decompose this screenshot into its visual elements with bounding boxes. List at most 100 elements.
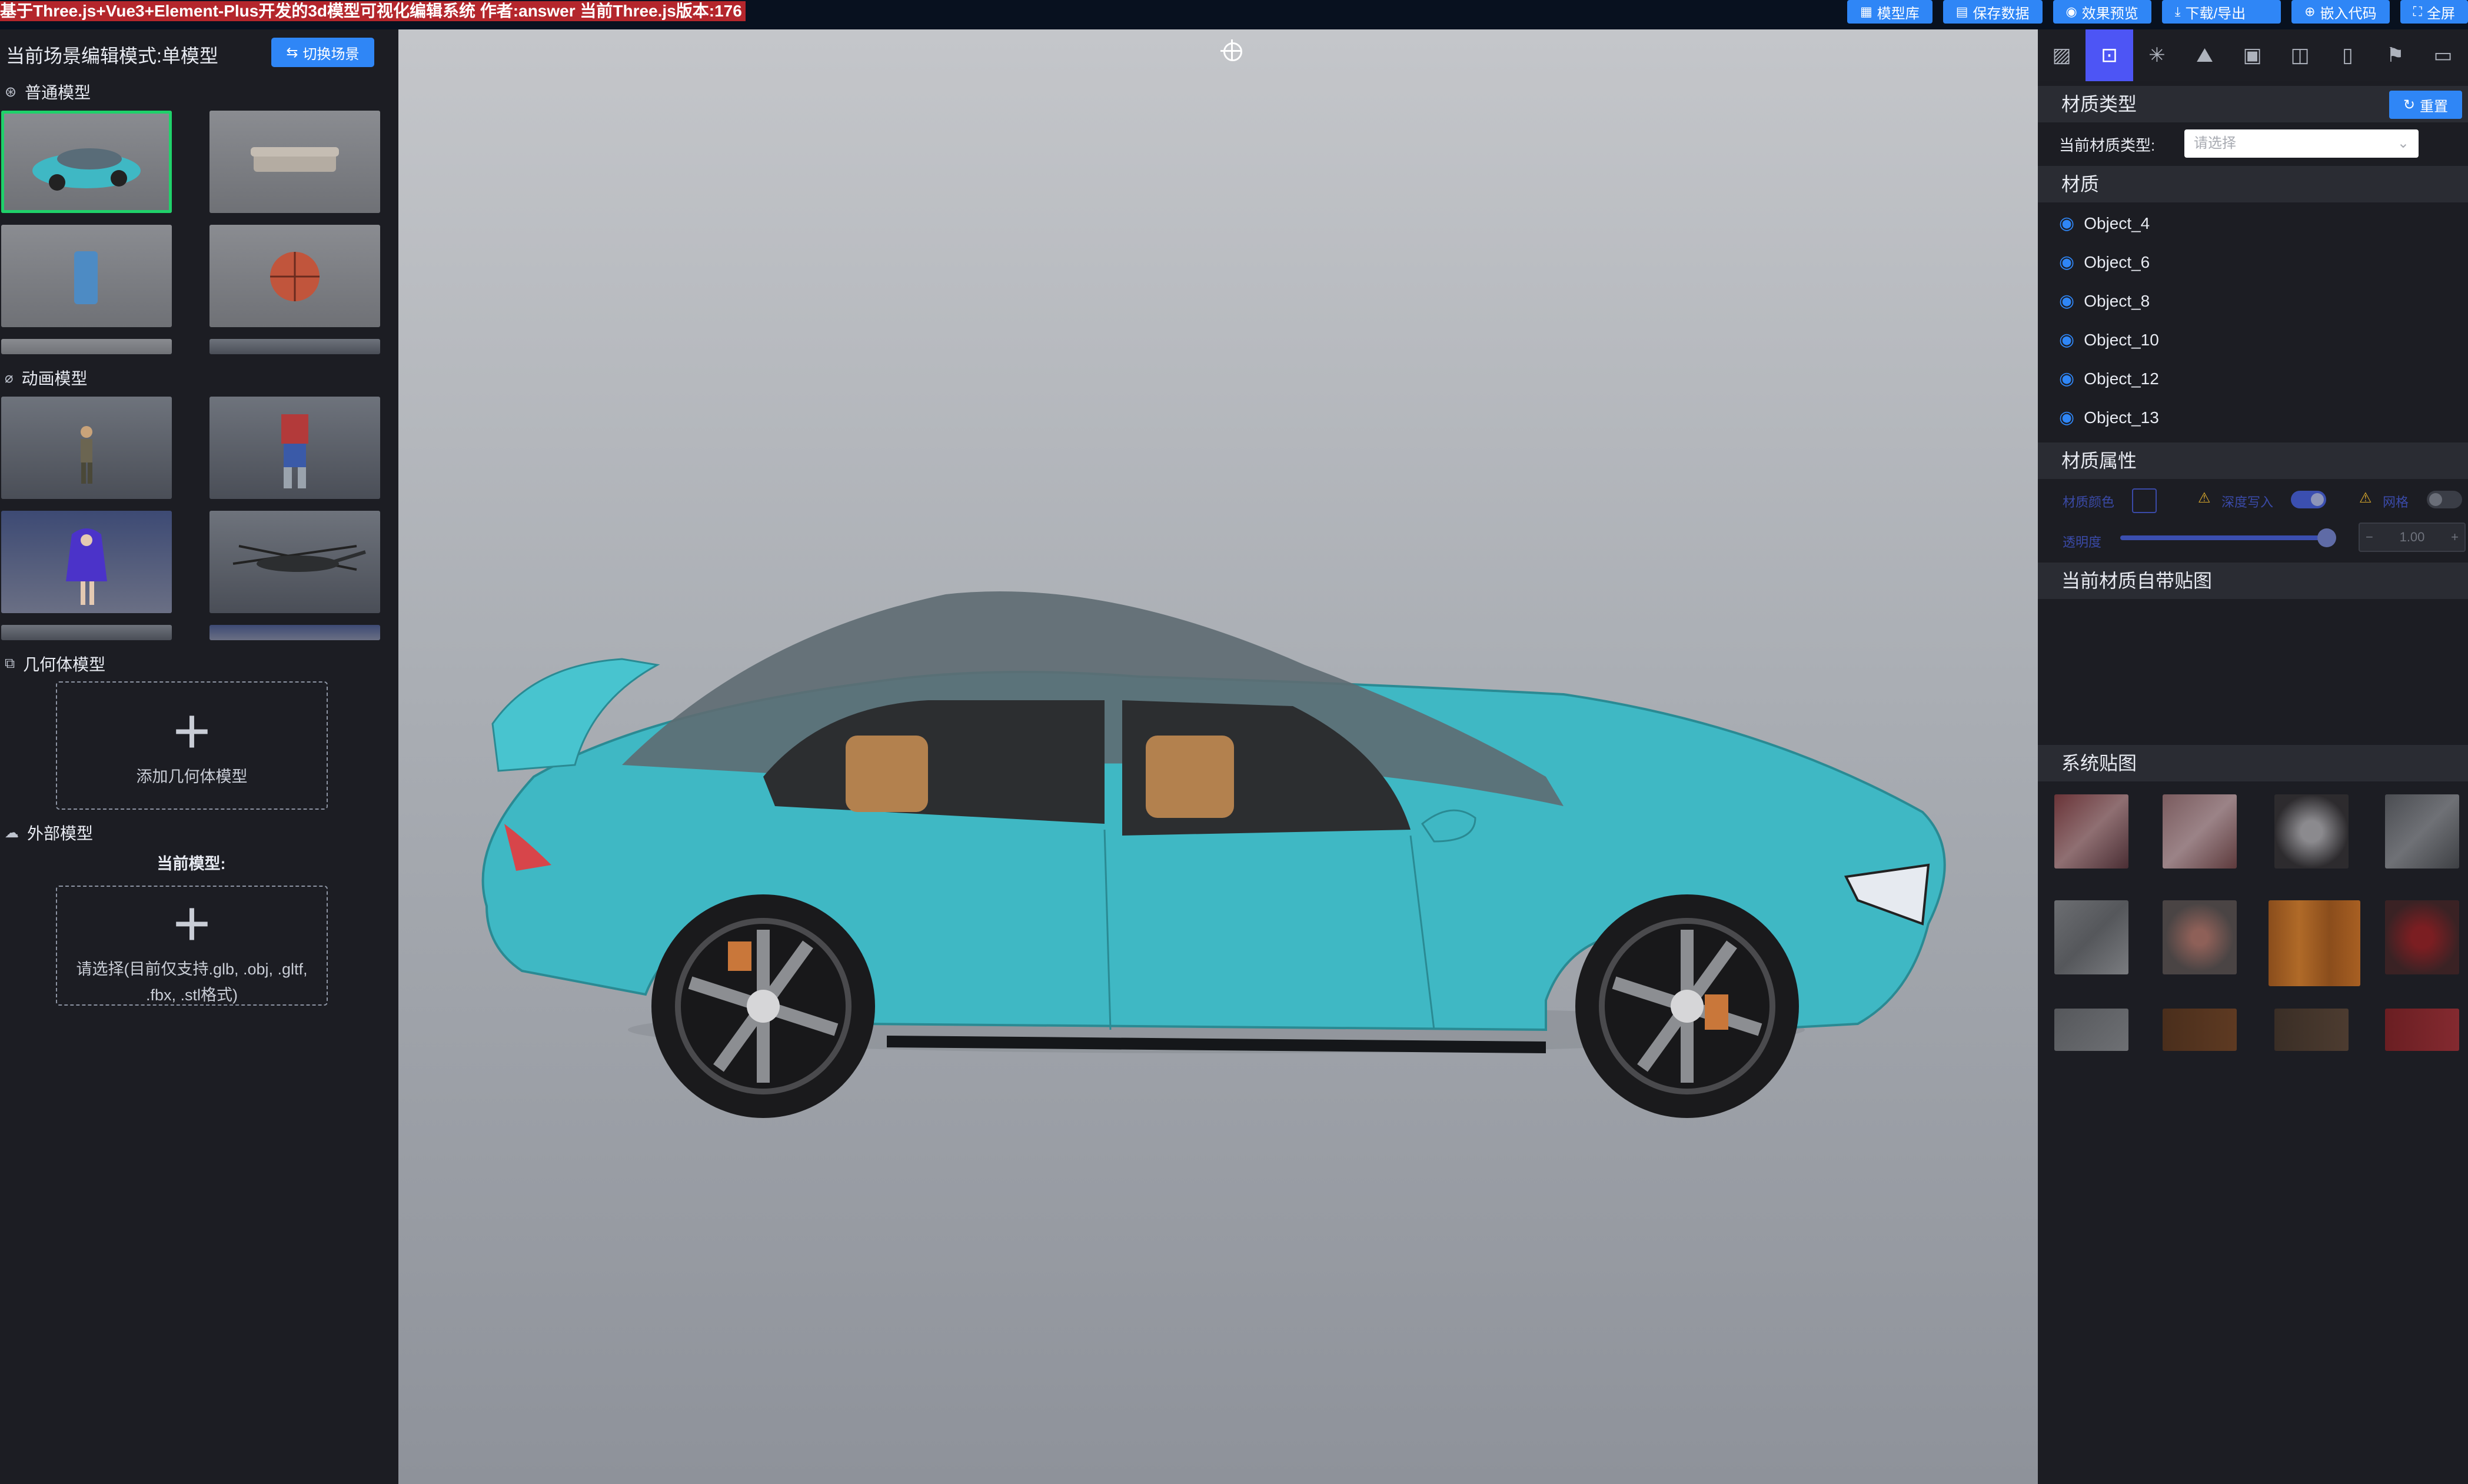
current-model-label: 当前模型:	[157, 855, 226, 873]
settings-circle-icon: ⊛	[5, 84, 17, 100]
clip-icon: ⌀	[5, 370, 14, 386]
texture-tile[interactable]	[2385, 794, 2459, 869]
switch-icon: ⇆	[286, 44, 298, 61]
opacity-input[interactable]: − 1.00 +	[2359, 523, 2466, 552]
anim-thumb-character[interactable]	[1, 511, 172, 613]
helicopter-thumbnail	[232, 545, 366, 572]
eye-icon[interactable]: ◉	[2059, 213, 2074, 234]
material-item[interactable]: ◉ Object_12	[2059, 368, 2159, 389]
material-color-label: 材质颜色	[2063, 495, 2115, 510]
texture-tile[interactable]	[2274, 794, 2349, 869]
embed-code-button[interactable]: ⊕ 嵌入代码	[2291, 0, 2390, 24]
texture-tile[interactable]	[2054, 900, 2128, 974]
anim-thumb-robot[interactable]	[209, 397, 380, 499]
texture-tile[interactable]	[2274, 1009, 2349, 1051]
texture-tile[interactable]	[2385, 1009, 2459, 1051]
tab-mobile[interactable]: ▯	[2324, 29, 2371, 81]
opacity-value: 1.00	[2399, 530, 2425, 544]
decrement-button[interactable]: −	[2366, 524, 2373, 551]
section-animation-models: ⌀ 动画模型	[5, 370, 88, 388]
add-geometry-dropzone[interactable]: + 添加几何体模型	[56, 681, 328, 810]
section-normal-models: ⊛ 普通模型	[5, 84, 91, 102]
camera-icon: ▣	[2243, 44, 2262, 66]
own-textures-header: 当前材质自带贴图	[2038, 563, 2468, 599]
texture-tile-selected[interactable]	[2269, 900, 2360, 986]
tab-material[interactable]: ⊡	[2086, 29, 2133, 81]
section-geometry-models: ⧉ 几何体模型	[5, 656, 106, 674]
upload-hint-line1: 请选择(目前仅支持.glb, .obj, .gltf,	[76, 960, 308, 978]
fullscreen-button[interactable]: ⛶ 全屏	[2400, 0, 2468, 24]
anim-thumb-soldier[interactable]	[1, 397, 172, 499]
eye-icon[interactable]: ◉	[2059, 368, 2074, 389]
robot-thumbnail	[281, 414, 308, 488]
preview-button[interactable]: ◉ 效果预览	[2053, 0, 2151, 24]
material-props: 材质颜色 ⚠ 深度写入 ⚠ 网格 透明度 − 1.00 +	[2038, 481, 2468, 558]
plus-icon: +	[172, 695, 211, 767]
model-thumb-sofa[interactable]	[209, 111, 380, 213]
anim-thumb-partial-1[interactable]	[1, 625, 172, 640]
tab-effects[interactable]: ✳	[2133, 29, 2181, 81]
material-color-picker[interactable]	[2132, 488, 2157, 513]
3d-viewport[interactable]	[398, 29, 2038, 1484]
reset-button[interactable]: ↻ 重置	[2389, 91, 2462, 119]
model-library-button[interactable]: ▦ 模型库	[1847, 0, 1933, 24]
material-item[interactable]: ◉ Object_13	[2059, 407, 2159, 428]
top-toolbar: ▦ 模型库 ▤ 保存数据 ◉ 效果预览 ⤓ 下载/导出 ⊕ 嵌入代码 ⛶ 全屏	[1847, 0, 2468, 24]
material-item[interactable]: ◉ Object_10	[2059, 330, 2159, 350]
section-external-models: ☁ 外部模型	[5, 824, 94, 843]
tab-geometry[interactable]: ◫	[2276, 29, 2324, 81]
opacity-slider-track[interactable]	[2120, 535, 2326, 540]
model-thumb-basketball[interactable]	[209, 225, 380, 327]
tab-light[interactable]: ⛰	[2181, 29, 2228, 81]
app-title: 基于Three.js+Vue3+Element-Plus开发的3d模型可视化编辑…	[0, 1, 746, 21]
save-data-button[interactable]: ▤ 保存数据	[1943, 0, 2043, 24]
current-material-type-label: 当前材质类型:	[2059, 137, 2156, 154]
tab-screen[interactable]: ▭	[2419, 29, 2467, 81]
download-icon: ⤓	[2174, 4, 2181, 19]
increment-button[interactable]: +	[2451, 524, 2459, 551]
tab-tags[interactable]: ⚑	[2371, 29, 2419, 81]
model-thumb-car[interactable]	[1, 111, 172, 213]
anim-thumb-partial-2[interactable]	[209, 625, 380, 640]
texture-tile[interactable]	[2054, 1009, 2128, 1051]
box-icon: ◫	[2290, 44, 2310, 66]
material-item[interactable]: ◉ Object_8	[2059, 291, 2150, 311]
eye-icon[interactable]: ◉	[2059, 291, 2074, 311]
model-thumb-partial-2[interactable]	[209, 339, 380, 354]
download-export-button[interactable]: ⤓ 下载/导出	[2161, 0, 2281, 24]
eye-icon[interactable]: ◉	[2059, 252, 2074, 272]
tab-animation[interactable]: ▣	[2228, 29, 2276, 81]
upload-model-dropzone[interactable]: + 请选择(目前仅支持.glb, .obj, .gltf, .fbx, .stl…	[56, 886, 328, 1006]
edit-mode-label: 当前场景编辑模式:单模型	[6, 45, 218, 66]
eye-icon[interactable]: ◉	[2059, 407, 2074, 428]
material-type-select[interactable]: 请选择 ⌄	[2184, 129, 2419, 158]
depth-write-toggle[interactable]	[2291, 491, 2326, 508]
warning-icon: ⚠	[2198, 490, 2211, 506]
soldier-thumbnail	[81, 426, 92, 484]
tab-background[interactable]: ▨	[2038, 29, 2086, 81]
landscape-icon: ⛰	[2196, 44, 2213, 66]
right-tab-bar: ▨ ⊡ ✳ ⛰ ▣ ◫ ▯ ⚑ ▭	[2038, 29, 2468, 81]
right-panel: ▨ ⊡ ✳ ⛰ ▣ ◫ ▯ ⚑ ▭ 材质类型 ↻ 重置 当前材质类型: 请选择 ⌄ …	[2038, 29, 2468, 1484]
opacity-label: 透明度	[2063, 535, 2102, 550]
plus-circle-icon: ⊕	[2304, 4, 2316, 19]
wireframe-toggle[interactable]	[2427, 491, 2462, 508]
texture-tile[interactable]	[2054, 794, 2128, 869]
cloud-upload-icon: ☁	[5, 824, 19, 841]
model-thumb-phone[interactable]	[1, 225, 172, 327]
left-panel: 当前场景编辑模式:单模型 ⇆ 切换场景 ⊛ 普通模型 ⌀ 动画模型 ⧉ 几何体模型 + …	[0, 29, 398, 1484]
switch-scene-button[interactable]: ⇆ 切换场景	[271, 38, 374, 67]
warning-icon: ⚠	[2359, 490, 2372, 506]
texture-tile[interactable]	[2163, 1009, 2237, 1051]
image-icon: ▨	[2052, 44, 2071, 66]
texture-tile[interactable]	[2163, 794, 2237, 869]
texture-tile[interactable]	[2385, 900, 2459, 974]
eye-icon[interactable]: ◉	[2059, 330, 2074, 350]
opacity-slider-handle[interactable]	[2317, 528, 2336, 547]
material-item[interactable]: ◉ Object_6	[2059, 252, 2150, 272]
material-item[interactable]: ◉ Object_4	[2059, 213, 2150, 234]
model-thumb-partial-1[interactable]	[1, 339, 172, 354]
wireframe-label: 网格	[2383, 495, 2409, 510]
texture-tile[interactable]	[2163, 900, 2237, 974]
anim-thumb-helicopter[interactable]	[209, 511, 380, 613]
